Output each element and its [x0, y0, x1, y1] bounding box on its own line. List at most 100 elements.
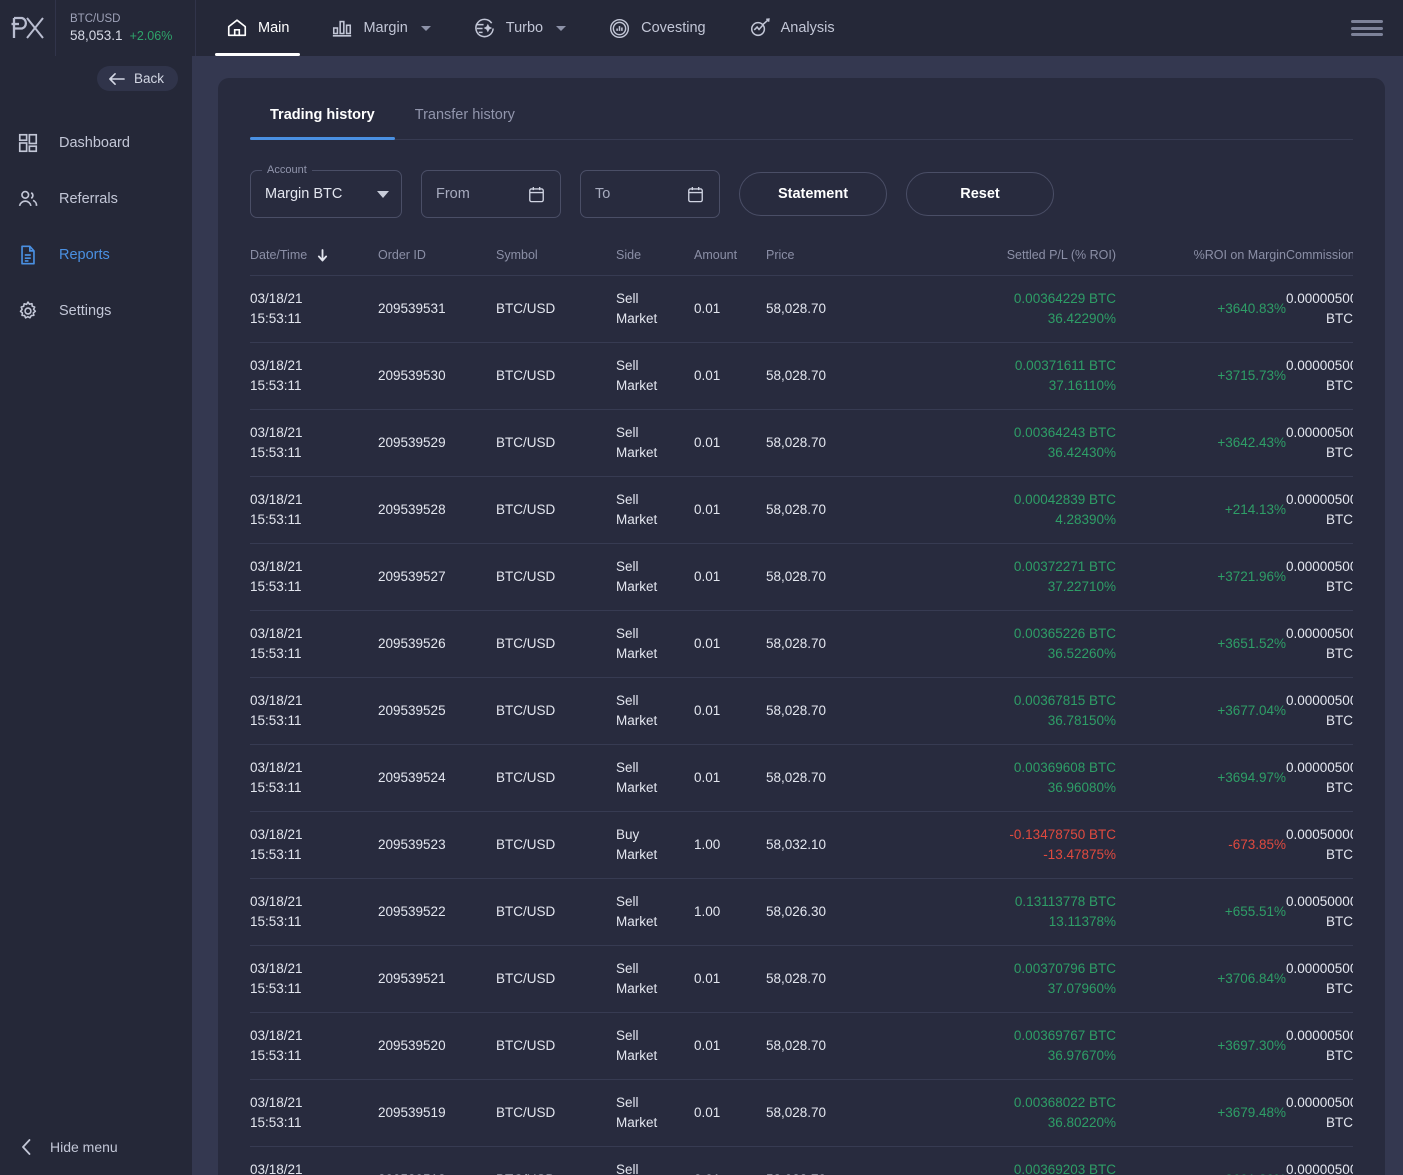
column-header-datetime[interactable]: Date/Time	[250, 240, 378, 277]
users-icon	[16, 187, 40, 211]
table-row[interactable]: 03/18/21 15:53:11 209539520 BTC/USD Sell Mark…	[250, 1012, 1353, 1081]
nav-tab-analysis[interactable]: Analysis	[727, 0, 856, 56]
account-select[interactable]: Account Margin BTC	[250, 164, 402, 218]
table-row[interactable]: 03/18/21 15:53:11 209539521 BTC/USD Sell Mark…	[250, 945, 1353, 1014]
cell-roi-on-margin: +655.51%	[1116, 878, 1286, 947]
cell-date: 03/18/21	[250, 760, 303, 776]
nav-tab-margin[interactable]: Margin	[310, 0, 451, 56]
cell-side-type: Market	[616, 646, 658, 662]
cell-side-type: Market	[616, 311, 658, 327]
cell-settled-pl-pct: 36.78150%	[1047, 713, 1116, 729]
chevron-down-icon	[377, 190, 389, 198]
sidebar-item-settings[interactable]: Settings	[0, 283, 192, 339]
table-row[interactable]: 03/18/21 15:53:11 209539530 BTC/USD Sell Mark…	[250, 342, 1353, 411]
statement-button[interactable]: Statement	[739, 172, 887, 216]
cell-amount: 0.01	[694, 1079, 766, 1148]
sidebar-item-reports[interactable]: Reports	[0, 227, 192, 283]
cell-settled-pl: 0.00371611 BTC 37.16110%	[916, 342, 1116, 411]
tab-transfer-history[interactable]: Transfer history	[395, 107, 535, 139]
table-row[interactable]: 03/18/21 15:53:11 209539525 BTC/USD Sell Mark…	[250, 677, 1353, 746]
cell-commission: 0.00000500 BTC	[1286, 543, 1353, 612]
date-from-input[interactable]: From	[421, 170, 561, 218]
cell-settled-pl-btc: 0.00368022 BTC	[1013, 1095, 1116, 1111]
column-header-price[interactable]: Price	[766, 240, 916, 277]
column-header-symbol[interactable]: Symbol	[496, 240, 616, 277]
calendar-icon	[529, 186, 544, 202]
cell-datetime: 03/18/21 15:53:11	[250, 945, 378, 1014]
table-row[interactable]: 03/18/21 15:53:11 209539529 BTC/USD Sell Mark…	[250, 409, 1353, 478]
cell-datetime: 03/18/21 15:53:11	[250, 677, 378, 746]
cell-amount: 0.01	[694, 409, 766, 478]
table-row[interactable]: 03/18/21 15:53:11 209539527 BTC/USD Sell Mark…	[250, 543, 1353, 612]
table-row[interactable]: 03/18/21 15:53:11 209539528 BTC/USD Sell Mark…	[250, 476, 1353, 545]
cell-side-direction: Sell	[616, 358, 639, 374]
cell-settled-pl: 0.00368022 BTC 36.80220%	[916, 1079, 1116, 1148]
cell-order-id: 209539518	[378, 1146, 496, 1175]
column-header-order-id[interactable]: Order ID	[378, 240, 496, 277]
table-row[interactable]: 03/18/21 15:53:11 209539531 BTC/USD Sell Mark…	[250, 275, 1353, 344]
hide-menu-button[interactable]: Hide menu	[0, 1119, 192, 1175]
table-row[interactable]: 03/18/21 15:53:11 209539523 BTC/USD Buy Marke…	[250, 811, 1353, 880]
cell-settled-pl-pct: 36.42290%	[1047, 311, 1116, 327]
home-icon	[226, 17, 248, 39]
table-row[interactable]: 03/18/21 15:53:11 209539519 BTC/USD Sell Mark…	[250, 1079, 1353, 1148]
gear-icon	[16, 299, 40, 323]
tab-trading-history-label: Trading history	[270, 107, 375, 123]
cell-datetime: 03/18/21 15:53:11	[250, 476, 378, 545]
cell-side: Sell Market	[616, 1079, 694, 1148]
cell-roi-on-margin: +3640.83%	[1116, 275, 1286, 344]
cell-side-direction: Sell	[616, 961, 639, 977]
nav-tab-covesting[interactable]: Covesting	[587, 0, 726, 56]
cell-datetime: 03/18/21 15:53:11	[250, 409, 378, 478]
table-row[interactable]: 03/18/21 15:53:11 209539522 BTC/USD Sell Mark…	[250, 878, 1353, 947]
cell-settled-pl-btc: 0.00364229 BTC	[1013, 291, 1116, 307]
cell-side-direction: Sell	[616, 559, 639, 575]
sidebar-item-referrals[interactable]: Referrals	[0, 171, 192, 227]
cell-roi-on-margin: +3706.84%	[1116, 945, 1286, 1014]
calendar-icon	[688, 186, 703, 202]
date-from-placeholder: From	[436, 186, 470, 202]
column-header-side[interactable]: Side	[616, 240, 694, 277]
column-header-amount[interactable]: Amount	[694, 240, 766, 277]
cell-symbol: BTC/USD	[496, 543, 616, 612]
cell-settled-pl-btc: 0.00369767 BTC	[1013, 1028, 1116, 1044]
cell-settled-pl-pct: 4.28390%	[1055, 512, 1116, 528]
cell-settled-pl-btc: 0.00369608 BTC	[1013, 760, 1116, 776]
app-logo[interactable]	[0, 0, 56, 56]
column-header-commission[interactable]: Commission	[1286, 240, 1353, 277]
ticker-widget[interactable]: BTC/USD 58,053.1 +2.06%	[56, 0, 196, 56]
cell-roi-on-margin: +3721.96%	[1116, 543, 1286, 612]
tab-trading-history[interactable]: Trading history	[250, 107, 395, 140]
cell-time: 15:53:11	[250, 1115, 302, 1131]
sidebar-item-dashboard[interactable]: Dashboard	[0, 115, 192, 171]
nav-tab-main[interactable]: Main	[205, 0, 310, 56]
reports-card: Trading history Transfer history Account…	[218, 78, 1385, 1175]
cell-order-id: 209539528	[378, 476, 496, 545]
hamburger-icon[interactable]	[1351, 17, 1383, 39]
cell-price: 58,028.70	[766, 1079, 916, 1148]
cell-side: Sell Market	[616, 409, 694, 478]
cell-side-type: Market	[616, 1048, 658, 1064]
reset-button[interactable]: Reset	[906, 172, 1054, 216]
cell-settled-pl-pct: 36.52260%	[1047, 646, 1116, 662]
cell-roi-on-margin: +3642.43%	[1116, 409, 1286, 478]
hamburger-line	[1351, 26, 1383, 30]
date-to-input[interactable]: To	[580, 170, 720, 218]
cell-amount: 0.01	[694, 610, 766, 679]
cell-price: 58,028.70	[766, 543, 916, 612]
back-button[interactable]: Back	[96, 66, 178, 91]
cell-order-id: 209539522	[378, 878, 496, 947]
table-row[interactable]: 03/18/2115:53:11209539518BTC/USDSellMark…	[250, 1146, 1353, 1175]
nav-tab-turbo[interactable]: Turbo	[452, 0, 587, 56]
back-button-wrap: Back	[0, 56, 192, 91]
cell-side-type: Market	[616, 378, 658, 394]
tab-transfer-history-label: Transfer history	[414, 107, 515, 123]
cell-settled-pl: 0.00369767 BTC 36.97670%	[916, 1012, 1116, 1081]
chevron-left-icon	[22, 1139, 31, 1155]
column-header-roi-on-margin[interactable]: %ROI on Margin	[1116, 240, 1286, 277]
column-header-datetime-label: Date/Time	[250, 248, 308, 262]
table-row[interactable]: 03/18/21 15:53:11 209539526 BTC/USD Sell Mark…	[250, 610, 1353, 679]
column-header-settled-pl[interactable]: Settled P/L (% ROI)	[916, 240, 1116, 277]
hamburger-line	[1351, 33, 1383, 36]
table-row[interactable]: 03/18/21 15:53:11 209539524 BTC/USD Sell Mark…	[250, 744, 1353, 813]
